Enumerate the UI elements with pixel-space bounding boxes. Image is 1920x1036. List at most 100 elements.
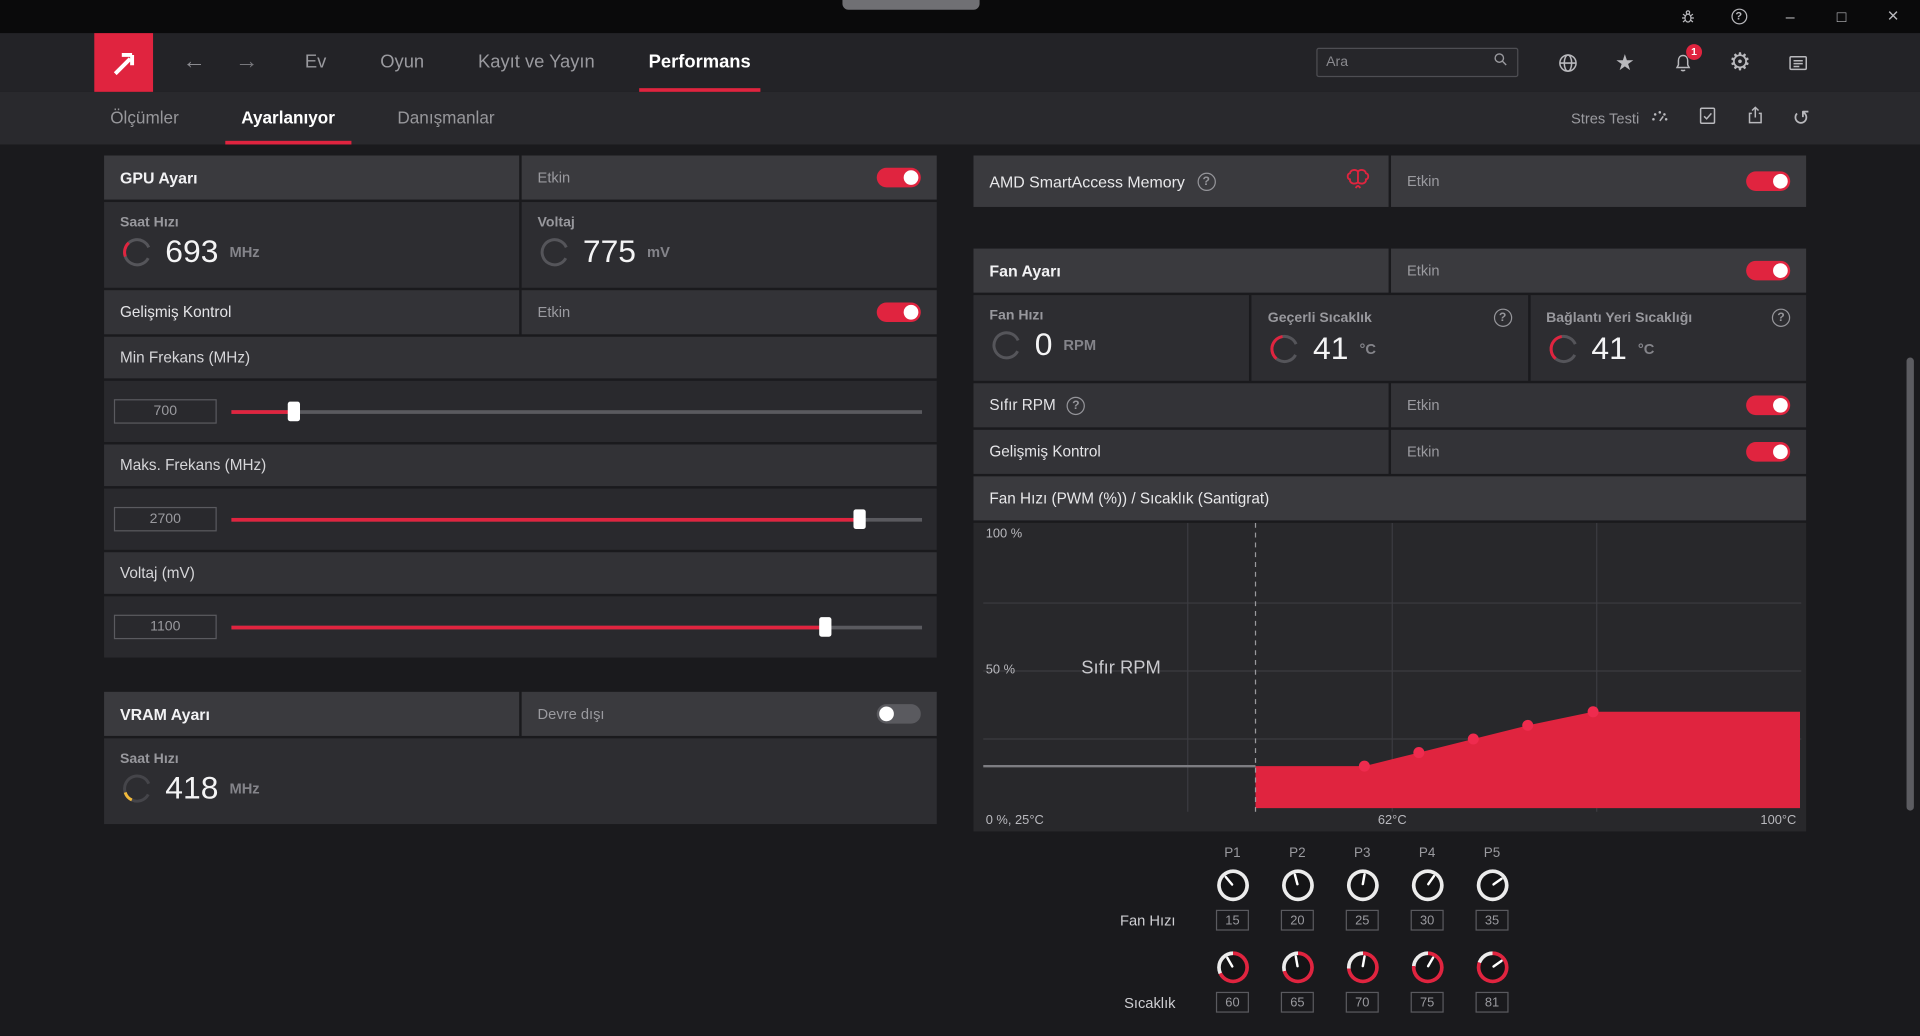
forward-icon[interactable]: →	[235, 33, 258, 92]
globe-icon[interactable]	[1555, 50, 1579, 74]
help-icon[interactable]: ?	[1493, 308, 1512, 327]
bug-report-icon[interactable]	[1678, 7, 1698, 27]
vram-status-label: Devre dışı	[537, 705, 605, 723]
curve-point[interactable]	[1467, 733, 1479, 745]
temperature-value-input[interactable]: 70	[1345, 991, 1379, 1013]
help-icon[interactable]: ?	[1771, 308, 1791, 327]
fan-speed-unit: RPM	[1063, 336, 1097, 354]
vram-card-title: VRAM Ayarı	[120, 704, 210, 724]
reset-defaults-icon[interactable]: ↺	[1792, 108, 1809, 129]
curve-point[interactable]	[1587, 706, 1599, 718]
curve-point[interactable]	[1522, 719, 1534, 731]
vram-clock-value: 418	[165, 768, 219, 806]
temperature-knob[interactable]	[1346, 951, 1379, 984]
gpu-card-header: GPU Ayarı Etkin	[104, 155, 937, 200]
maximize-icon[interactable]: □	[1832, 7, 1852, 27]
fan-curve-chart[interactable]: 100 % 50 % Sıfır RPM 0 %, 25°C 62°C 100°…	[973, 522, 1807, 832]
temperature-knob[interactable]	[1216, 951, 1249, 984]
help-icon[interactable]: ?	[1197, 172, 1216, 191]
fan-advanced-label: Gelişmiş Kontrol	[989, 443, 1101, 461]
gauge-icon	[992, 330, 1021, 359]
star-icon[interactable]: ★	[1613, 50, 1637, 74]
tab-metrics[interactable]: Ölçümler	[94, 92, 194, 145]
fan-chart-header: Fan Hızı (PWM (%)) / Sıcaklık (Santigrat…	[973, 476, 1807, 521]
temperature-value-input[interactable]: 81	[1475, 991, 1509, 1013]
gpu-clock-label: Saat Hızı	[120, 215, 179, 231]
min-frequency-slider-row: 700	[104, 380, 937, 443]
fan-speed-knob[interactable]	[1411, 869, 1444, 902]
voltage-slider[interactable]	[231, 617, 923, 637]
nav-item-gaming[interactable]: Oyun	[353, 33, 451, 92]
slider-thumb[interactable]	[287, 401, 300, 422]
max-frequency-section-label: Maks. Frekans (MHz)	[104, 444, 937, 487]
point-header: P5	[1483, 846, 1501, 861]
gear-icon[interactable]: ⚙	[1728, 50, 1752, 74]
temperature-knob[interactable]	[1281, 951, 1314, 984]
export-profile-icon[interactable]	[1745, 105, 1766, 132]
close-icon[interactable]: ×	[1883, 6, 1903, 27]
current-temp-value: 41	[1313, 329, 1349, 367]
bell-icon[interactable]: 1	[1670, 44, 1703, 74]
back-icon[interactable]: ←	[182, 33, 205, 92]
panel-layout-icon[interactable]	[1785, 50, 1809, 74]
min-frequency-input[interactable]: 700	[113, 399, 217, 424]
sam-toggle[interactable]	[1746, 171, 1791, 192]
help-icon[interactable]: ?	[1729, 7, 1749, 27]
tab-tuning[interactable]: Ayarlanıyor	[225, 92, 351, 145]
sam-row: AMD SmartAccess Memory ? Etkin	[973, 155, 1807, 207]
fan-speed-value-input[interactable]: 20	[1280, 909, 1314, 931]
fan-advanced-toggle[interactable]	[1746, 442, 1791, 462]
gpu-tuning-toggle[interactable]	[876, 167, 921, 188]
zero-rpm-toggle[interactable]	[1746, 395, 1791, 416]
temperature-knob[interactable]	[1411, 951, 1444, 984]
tuning-checklist-icon[interactable]	[1697, 105, 1718, 132]
fan-speed-value-input[interactable]: 15	[1215, 909, 1249, 931]
gpu-advanced-label: Gelişmiş Kontrol	[120, 303, 232, 321]
min-frequency-slider[interactable]	[231, 401, 923, 422]
max-frequency-slider[interactable]	[231, 509, 923, 529]
temperature-value-input[interactable]: 75	[1410, 991, 1444, 1013]
gpu-column: GPU Ayarı Etkin Saat Hızı 693 MHz Voltaj…	[104, 155, 937, 1013]
fan-card-header: Fan Ayarı Etkin	[973, 248, 1807, 293]
fan-speed-knob[interactable]	[1346, 869, 1379, 902]
temperature-value-input[interactable]: 65	[1280, 991, 1314, 1013]
screen-notch	[842, 0, 980, 10]
vram-card-header: VRAM Ayarı Devre dışı	[104, 691, 937, 736]
tab-advisors[interactable]: Danışmanlar	[381, 92, 510, 145]
fan-speed-row-label: Fan Hızı	[1119, 911, 1176, 929]
vram-clock-metric: Saat Hızı 418 MHz	[104, 738, 937, 825]
temperature-knob[interactable]	[1476, 951, 1508, 984]
fan-speed-value-input[interactable]: 35	[1475, 909, 1509, 931]
nav-item-performance[interactable]: Performans	[622, 33, 778, 92]
nav-item-home[interactable]: Ev	[278, 33, 353, 92]
fan-speed-knob[interactable]	[1476, 869, 1508, 902]
performance-subnav: Ölçümler Ayarlanıyor Danışmanlar Stres T…	[0, 91, 1920, 145]
slider-thumb[interactable]	[819, 617, 832, 637]
temperature-value-input[interactable]: 60	[1215, 991, 1249, 1013]
vertical-scrollbar-thumb[interactable]	[1906, 357, 1914, 811]
gpu-advanced-toggle[interactable]	[876, 302, 921, 323]
search-icon[interactable]	[1493, 51, 1509, 73]
minimize-icon[interactable]: –	[1780, 7, 1800, 27]
slider-thumb[interactable]	[853, 509, 867, 529]
help-icon[interactable]: ?	[1066, 396, 1086, 415]
zero-rpm-annotation: Sıfır RPM	[1081, 657, 1161, 679]
curve-point[interactable]	[1358, 760, 1370, 772]
gpu-clock-metric: Saat Hızı 693 MHz	[104, 202, 520, 288]
nav-item-streaming[interactable]: Kayıt ve Yayın	[451, 33, 622, 92]
navbar-icons: ★ 1 ⚙	[1555, 44, 1810, 75]
gpu-metrics-row: Saat Hızı 693 MHz Voltaj 775 mV	[104, 202, 937, 288]
curve-point[interactable]	[1413, 747, 1425, 759]
fan-speed-knob[interactable]	[1216, 869, 1249, 902]
amd-radeon-logo[interactable]	[94, 33, 154, 92]
fan-speed-knob[interactable]	[1281, 869, 1314, 902]
fan-speed-value-input[interactable]: 25	[1345, 909, 1379, 931]
fan-tuning-toggle[interactable]	[1746, 260, 1791, 281]
search-input[interactable]	[1326, 55, 1493, 70]
vram-tuning-toggle[interactable]	[876, 704, 921, 724]
voltage-input[interactable]: 1100	[113, 614, 217, 640]
fan-speed-value-input[interactable]: 30	[1410, 909, 1444, 931]
search-box[interactable]	[1316, 47, 1519, 78]
max-frequency-input[interactable]: 2700	[113, 506, 217, 532]
stress-test-button[interactable]: Stres Testi	[1571, 106, 1670, 130]
